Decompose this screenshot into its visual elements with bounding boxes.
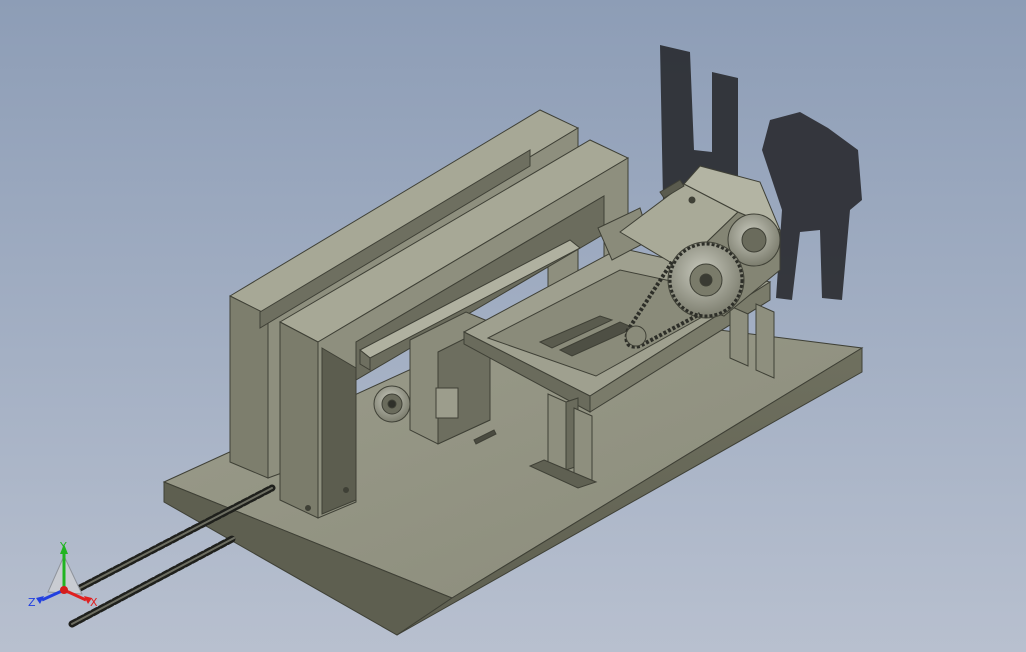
assembly-model[interactable] — [0, 0, 1026, 652]
triad-origin — [60, 586, 68, 594]
y-axis-label: Y — [59, 540, 67, 553]
orientation-triad[interactable]: Y X Z — [26, 538, 106, 618]
cad-viewport[interactable]: Y X Z — [0, 0, 1026, 652]
x-axis-label: X — [90, 596, 98, 609]
z-axis-label: Z — [28, 596, 36, 609]
